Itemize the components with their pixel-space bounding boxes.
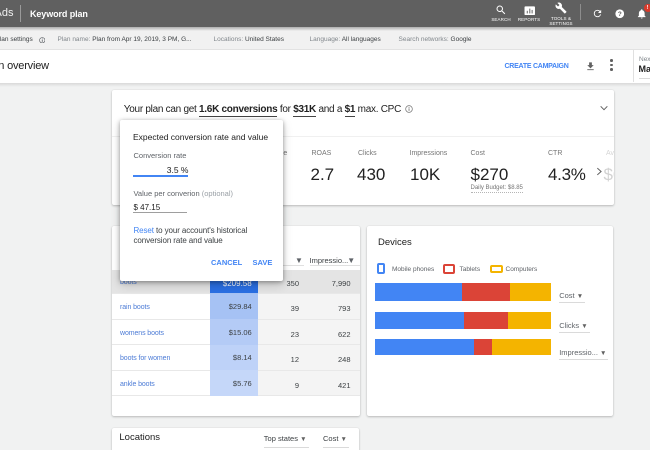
svg-text:?: ?	[617, 11, 621, 18]
